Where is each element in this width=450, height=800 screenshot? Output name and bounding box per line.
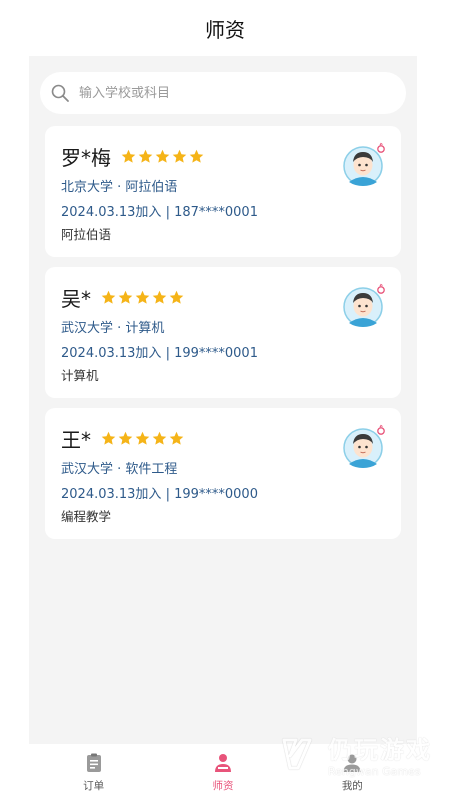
star-icon xyxy=(152,431,167,445)
teacher-joined: 2024.03.13加入 | 187****0001 xyxy=(61,205,258,220)
tab-orders[interactable]: 订单 xyxy=(49,752,139,793)
star-rating xyxy=(121,149,204,164)
search-bar[interactable] xyxy=(40,72,406,114)
search-input[interactable] xyxy=(79,85,379,101)
teacher-name: 吴* xyxy=(61,287,91,311)
star-icon xyxy=(189,149,204,163)
card-name-row: 罗*梅 xyxy=(61,142,204,171)
star-icon xyxy=(172,149,187,163)
star-icon xyxy=(135,290,150,304)
teacher-subject: 编程教学 xyxy=(61,509,112,524)
teacher-card[interactable]: 罗*梅 北京大学 · 阿拉伯语 2024.03.13加入 | 187****00… xyxy=(45,126,401,257)
watermark-text: 仍玩游戏 xyxy=(328,736,432,764)
star-icon xyxy=(169,290,184,304)
page-title: 师资 xyxy=(205,17,245,42)
brand-logo-icon xyxy=(282,738,312,770)
teacher-school: 武汉大学 · 计算机 xyxy=(61,321,165,336)
teacher-subject: 阿拉伯语 xyxy=(61,227,112,242)
star-icon xyxy=(118,290,133,304)
teacher-card[interactable]: 吴* 武汉大学 · 计算机 2024.03.13加入 | 199****0001… xyxy=(45,267,401,398)
star-icon xyxy=(138,149,153,163)
card-name-row: 吴* xyxy=(61,283,184,312)
teacher-name: 王* xyxy=(61,428,91,452)
avatar xyxy=(343,424,387,468)
star-icon xyxy=(118,431,133,445)
teacher-list-area: 罗*梅 北京大学 · 阿拉伯语 2024.03.13加入 | 187****00… xyxy=(29,56,417,744)
tab-label: 师资 xyxy=(212,779,234,792)
star-icon xyxy=(169,431,184,445)
teacher-avatar-icon xyxy=(343,142,385,186)
tab-label: 我的 xyxy=(341,779,363,792)
star-rating xyxy=(101,431,184,446)
star-icon xyxy=(135,431,150,445)
teacher-name: 罗*梅 xyxy=(61,146,111,170)
star-icon xyxy=(101,290,116,304)
star-rating xyxy=(101,290,184,305)
search-icon xyxy=(51,84,69,102)
star-icon xyxy=(121,149,136,163)
teacher-school: 北京大学 · 阿拉伯语 xyxy=(61,180,178,195)
clipboard-icon xyxy=(86,753,101,772)
teacher-subject: 计算机 xyxy=(61,368,99,383)
watermark: 仍玩游戏 Rengwan Games xyxy=(280,730,432,778)
teacher-avatar-icon xyxy=(343,424,385,468)
avatar xyxy=(343,142,387,186)
star-icon xyxy=(152,290,167,304)
teacher-school: 武汉大学 · 软件工程 xyxy=(61,462,178,477)
teacher-joined: 2024.03.13加入 | 199****0000 xyxy=(61,487,258,502)
watermark-subtext: Rengwan Games xyxy=(328,765,421,778)
header: 师资 xyxy=(0,0,450,56)
teacher-joined: 2024.03.13加入 | 199****0001 xyxy=(61,346,258,361)
teacher-icon xyxy=(214,753,231,772)
star-icon xyxy=(101,431,116,445)
tab-label: 订单 xyxy=(83,779,105,792)
teacher-avatar-icon xyxy=(343,283,385,327)
avatar xyxy=(343,283,387,327)
card-name-row: 王* xyxy=(61,424,184,453)
teacher-card[interactable]: 王* 武汉大学 · 软件工程 2024.03.13加入 | 199****000… xyxy=(45,408,401,539)
tab-teachers[interactable]: 师资 xyxy=(178,752,268,793)
star-icon xyxy=(155,149,170,163)
